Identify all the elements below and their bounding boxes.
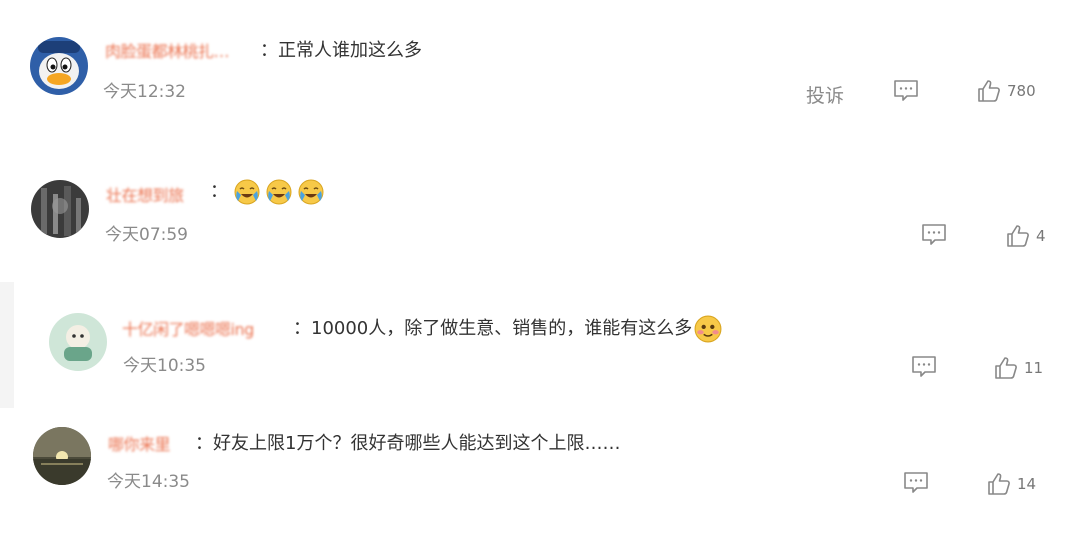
like-count: 14 bbox=[1017, 475, 1037, 493]
comment-text: ：好友上限1万个？很好奇哪些人能达到这个上限…… bbox=[195, 429, 620, 455]
avatar[interactable] bbox=[31, 180, 89, 238]
avatar[interactable] bbox=[49, 313, 107, 371]
like-count: 4 bbox=[1036, 227, 1046, 245]
comment-text: ：正常人谁加这么多 bbox=[260, 36, 422, 62]
comment-icon bbox=[912, 356, 936, 377]
avatar[interactable] bbox=[30, 37, 88, 95]
username[interactable]: 肉脸蛋都林桃扎… bbox=[105, 38, 230, 62]
separator: ： bbox=[210, 181, 228, 202]
crying-laughing-emoji-icon bbox=[298, 179, 324, 205]
like-button[interactable]: 4 bbox=[1006, 224, 1046, 248]
avatar[interactable] bbox=[33, 427, 91, 485]
timestamp: 今天10:35 bbox=[123, 356, 206, 376]
crying-laughing-emoji-icon bbox=[266, 179, 292, 205]
separator: ： bbox=[260, 40, 278, 61]
separator: ： bbox=[293, 318, 311, 339]
comment-body: 好友上限1万个？很好奇哪些人能达到这个上限…… bbox=[213, 433, 621, 454]
thumbs-up-icon bbox=[994, 356, 1018, 380]
sunset-photo-avatar-icon bbox=[33, 427, 91, 485]
reply-button[interactable] bbox=[903, 471, 929, 495]
timestamp: 今天12:32 bbox=[103, 82, 186, 102]
timestamp: 今天14:35 bbox=[107, 472, 190, 492]
reply-button[interactable] bbox=[921, 223, 947, 247]
blushing-emoji-icon bbox=[694, 315, 722, 343]
like-count: 11 bbox=[1024, 359, 1044, 377]
like-button[interactable]: 11 bbox=[994, 356, 1043, 380]
separator: ： bbox=[195, 433, 213, 454]
comment-text: ：10000人，除了做生意、销售的，谁能有这么多 bbox=[293, 314, 728, 343]
comment-icon bbox=[904, 472, 928, 493]
like-count: 780 bbox=[1007, 82, 1036, 100]
like-button[interactable]: 14 bbox=[987, 472, 1036, 496]
cartoon-avatar-icon bbox=[49, 313, 107, 371]
report-button[interactable]: 投诉 bbox=[806, 81, 844, 108]
reply-thread-indicator bbox=[0, 282, 14, 408]
reply-button[interactable] bbox=[893, 79, 919, 103]
donald-duck-avatar-icon bbox=[30, 37, 88, 95]
dark-photo-avatar-icon bbox=[31, 180, 89, 238]
comment-body: 正常人谁加这么多 bbox=[278, 40, 422, 61]
username[interactable]: 十亿闲了嗯嗯嗯ing bbox=[122, 316, 254, 340]
like-button[interactable]: 780 bbox=[977, 79, 1036, 103]
thumbs-up-icon bbox=[987, 472, 1011, 496]
comment-text: ： bbox=[210, 177, 330, 205]
thumbs-up-icon bbox=[1006, 224, 1030, 248]
comment-icon bbox=[922, 224, 946, 245]
crying-laughing-emoji-icon bbox=[234, 179, 260, 205]
thumbs-up-icon bbox=[977, 79, 1001, 103]
timestamp: 今天07:59 bbox=[105, 225, 188, 245]
reply-button[interactable] bbox=[911, 355, 937, 379]
username[interactable]: 哪你来里 bbox=[108, 431, 171, 455]
username[interactable]: 壮在想到旅 bbox=[106, 182, 184, 206]
comment-body: 10000人，除了做生意、销售的，谁能有这么多 bbox=[311, 318, 693, 339]
comment-icon bbox=[894, 80, 918, 101]
